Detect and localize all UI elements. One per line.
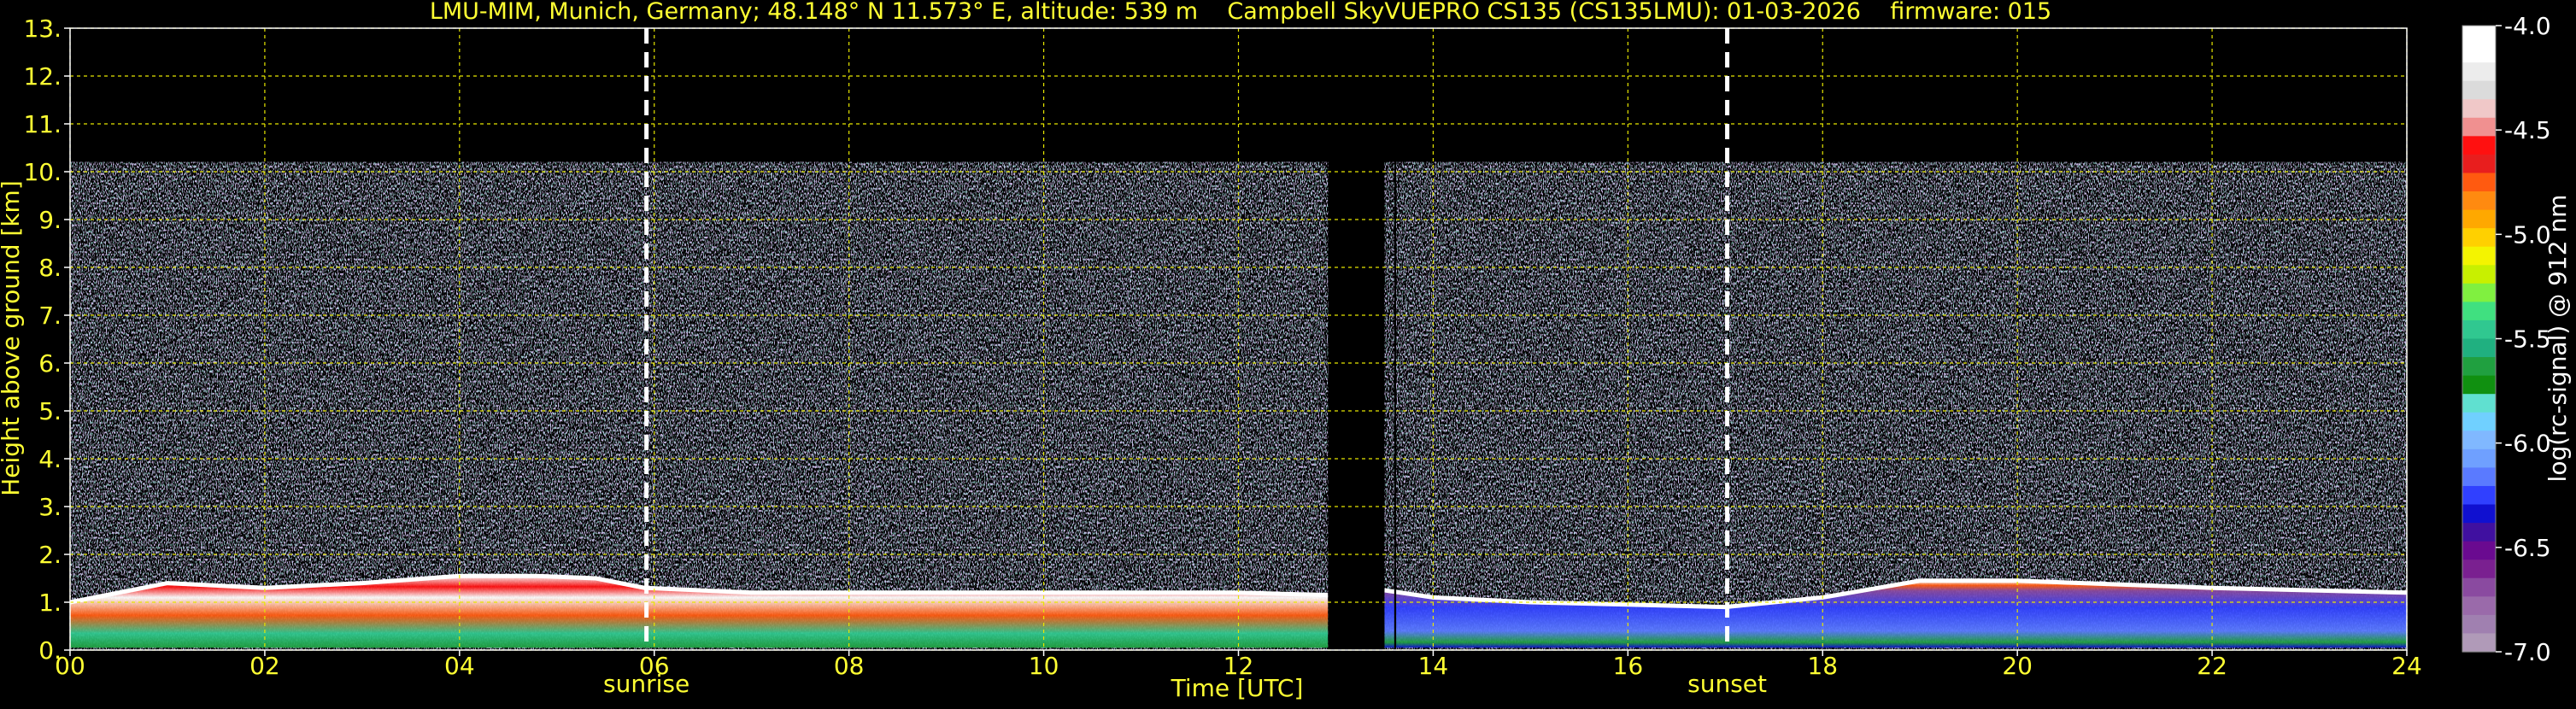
chart-svg: sunrise sunset 00 02 04 06 08 10 12 14 16 18 20 22 24… xyxy=(0,0,2572,702)
colorbar-tick-label--4.0: -4.0 xyxy=(2504,12,2551,40)
ceilometer-chart: sunrise sunset 00 02 04 06 08 10 12 14 16 18 20 22 24… xyxy=(0,0,2576,706)
x-tick-label-20: 20 xyxy=(2002,652,2033,680)
y-axis-label: Height above ground [km] xyxy=(0,180,25,496)
colorbar-segment-19 xyxy=(2462,375,2496,395)
colorbar-segment-21 xyxy=(2462,412,2496,431)
colorbar-segment-6 xyxy=(2462,136,2496,155)
colorbar-segment-1 xyxy=(2462,44,2496,63)
x-tick-label-02: 02 xyxy=(249,652,280,680)
x-tick-label-24: 24 xyxy=(2391,652,2422,680)
colorbar-segment-18 xyxy=(2462,357,2496,377)
y-tick-label-13: 13. xyxy=(23,15,62,43)
colorbar-segment-8 xyxy=(2462,173,2496,192)
data-gap-0 xyxy=(1328,28,1385,650)
colorbar-segment-16 xyxy=(2462,319,2496,340)
colorbar-segment-15 xyxy=(2462,302,2496,321)
y-tick-label-11: 11. xyxy=(23,110,62,138)
colorbar-segment-0 xyxy=(2462,26,2496,45)
colorbar-segment-27 xyxy=(2462,523,2496,542)
colorbar-segment-32 xyxy=(2462,614,2496,635)
colorbar: -4.0-4.5-5.0-5.5-6.0-6.5-7.0 xyxy=(2462,12,2551,666)
y-tick-label-3: 3. xyxy=(38,493,62,521)
y-tick-label-6: 6. xyxy=(38,349,62,378)
colorbar-segment-26 xyxy=(2462,504,2496,524)
x-tick-label-22: 22 xyxy=(2197,652,2227,680)
chart-title: LMU-MIM, Munich, Germany; 48.148° N 11.5… xyxy=(430,0,2051,25)
x-tick-label-16: 16 xyxy=(1613,652,1644,680)
colorbar-segment-13 xyxy=(2462,265,2496,284)
sunset-label: sunset xyxy=(1687,670,1767,698)
colorbar-segment-25 xyxy=(2462,485,2496,506)
colorbar-segment-24 xyxy=(2462,467,2496,487)
colorbar-segment-33 xyxy=(2462,633,2496,653)
y-tick-label-1: 1. xyxy=(38,589,62,617)
y-tick-label-4: 4. xyxy=(38,445,62,473)
colorbar-segment-5 xyxy=(2462,117,2496,137)
colorbar-segment-2 xyxy=(2462,62,2496,82)
x-tick-label-08: 08 xyxy=(834,652,865,680)
colorbar-segment-29 xyxy=(2462,560,2496,579)
colorbar-segment-30 xyxy=(2462,577,2496,597)
colorbar-label: log(rc-signal) @ 912 nm xyxy=(2544,195,2572,483)
colorbar-segment-4 xyxy=(2462,99,2496,119)
x-axis-label: Time [UTC] xyxy=(1171,674,1304,702)
data-gap-1 xyxy=(1394,28,1397,650)
colorbar-segment-3 xyxy=(2462,80,2496,100)
y-tick-label-5: 5. xyxy=(38,397,62,425)
y-tick-label-10: 10. xyxy=(23,158,62,186)
x-tick-label-10: 10 xyxy=(1029,652,1059,680)
colorbar-segment-14 xyxy=(2462,283,2496,302)
colorbar-segment-17 xyxy=(2462,338,2496,358)
colorbar-segment-28 xyxy=(2462,541,2496,560)
x-tick-label-06: 06 xyxy=(639,652,670,680)
colorbar-segment-7 xyxy=(2462,154,2496,174)
x-tick-label-04: 04 xyxy=(444,652,475,680)
y-tick-label-2: 2. xyxy=(38,541,62,569)
colorbar-segment-11 xyxy=(2462,228,2496,248)
x-tick-label-18: 18 xyxy=(1807,652,1838,680)
colorbar-segment-10 xyxy=(2462,209,2496,229)
colorbar-segment-9 xyxy=(2462,191,2496,211)
colorbar-segment-20 xyxy=(2462,394,2496,413)
x-tick-label-14: 14 xyxy=(1418,652,1449,680)
colorbar-segment-31 xyxy=(2462,596,2496,616)
colorbar-tick-label--6.5: -6.5 xyxy=(2504,534,2551,562)
colorbar-tick-label--4.5: -4.5 xyxy=(2504,116,2551,144)
y-tick-label-0: 0. xyxy=(38,636,62,665)
y-tick-label-12: 12. xyxy=(23,62,62,91)
y-tick-label-7: 7. xyxy=(38,302,62,330)
colorbar-segment-22 xyxy=(2462,431,2496,450)
y-tick-label-8: 8. xyxy=(38,254,62,282)
y-tick-label-9: 9. xyxy=(38,206,62,234)
colorbar-segment-23 xyxy=(2462,448,2496,469)
colorbar-tick-label--7.0: -7.0 xyxy=(2504,638,2551,666)
colorbar-segment-12 xyxy=(2462,246,2496,266)
